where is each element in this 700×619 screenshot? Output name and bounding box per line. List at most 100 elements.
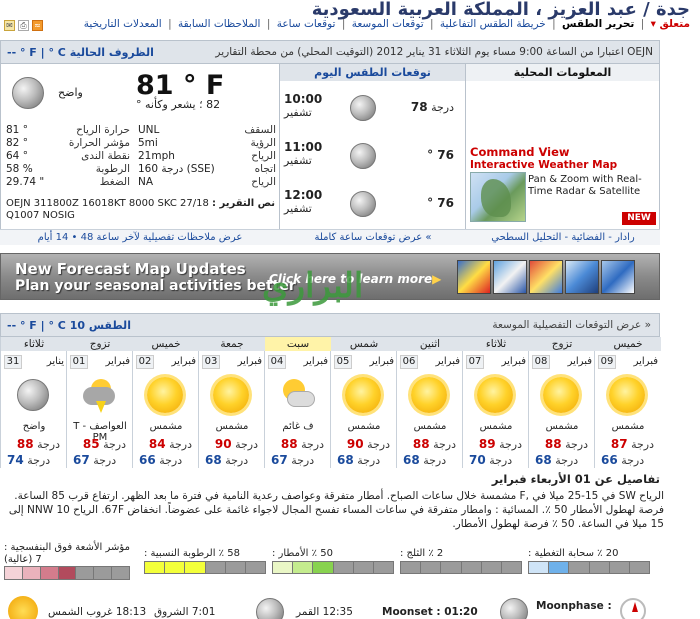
date-num: 07 [466, 355, 484, 369]
detailed-observations-link[interactable]: عرض ملاحظات تفصيلية لآخر ساعة 48 • 14 أي… [0, 229, 280, 245]
day-name: اثنين [397, 337, 463, 351]
humidity-label: 58 ٪ الرطوبة النسبية : [144, 548, 240, 559]
forecast-day[interactable]: ثلاثاء يناير 31 واضح درجة 88 درجة 74 [0, 337, 67, 468]
stat-value: 29.74 " [6, 176, 45, 188]
low-temp: درجة 67 [73, 453, 117, 467]
command-view-promo[interactable]: Command View Interactive Weather Map [470, 145, 656, 171]
month: فبراير [501, 356, 526, 367]
command-view-desc: Pan & Zoom with Real-Time Radar & Satell… [528, 174, 642, 197]
nav-interactive-map[interactable]: خريطة الطقس التفاعلية [440, 18, 546, 30]
forecast-day[interactable]: سبت فبراير 04 ف غائم درجة 88 درجة 67 [264, 337, 331, 468]
email-icon[interactable]: ✉ [4, 20, 15, 31]
precip-bar [272, 561, 394, 574]
stat-value: 5mi [138, 137, 158, 149]
hour-temp-value: 76 ° [427, 196, 454, 210]
low-value: 68 [403, 453, 420, 467]
low-value: 68 [535, 453, 552, 467]
nav-related[interactable]: متعلق ▾ [651, 18, 690, 30]
current-temperature: 81 ° F [136, 70, 225, 101]
nav-hourly[interactable]: توقعات ساعة [277, 18, 336, 30]
low-value: 68 [205, 453, 222, 467]
forecast-day[interactable]: اثنين فبراير 06 مشمس درجة 88 درجة 68 [396, 337, 463, 468]
hourly-row: 11:00 تشفير 76 ° [284, 140, 462, 180]
hour-condition: تشفير [284, 154, 312, 167]
extended-forecast-link[interactable]: « عرض التوقعات التفصيلية الموسعة [492, 319, 651, 331]
hour-temp-unit: درجة [431, 101, 454, 114]
high-value: 88 [412, 437, 430, 451]
cloud-bar [528, 561, 650, 574]
unit-toggle[interactable]: -- ° F | ° C [7, 319, 66, 332]
low-value: 67 [73, 453, 90, 467]
full-hourly-link[interactable]: » عرض توقعات ساعة كاملة [280, 229, 466, 245]
forecast-day[interactable]: خميس فبراير 02 مشمس درجة 84 درجة 66 [132, 337, 199, 468]
report-text: OEJN 311800Z 16018KT 8000 SKC 27/18 Q100… [6, 198, 209, 221]
map-thumb [493, 260, 527, 294]
date-num: 08 [532, 355, 550, 369]
conditions-header: -- ° F | ° C الظروف الحالية OEJN اعتبارا… [0, 40, 660, 64]
high-temp: درجة 90 [346, 437, 390, 451]
stat-row: الرؤية 5mi [138, 137, 276, 150]
stat-row: الرياح NA [138, 176, 276, 189]
uv-index-bar [4, 566, 130, 580]
hour-temp: 76 ° [427, 196, 454, 210]
observation-note: OEJN اعتبارا من الساعة 9:00 مساء يوم الث… [215, 46, 653, 58]
forecast-day[interactable]: تزوج فبراير 08 مشمس درجة 88 درجة 68 [528, 337, 595, 468]
day-date: فبراير 04 [265, 354, 331, 370]
hourly-row: 10:00 تشفير درجة 78 [284, 92, 462, 132]
month: فبراير [303, 356, 328, 367]
map-thumb [457, 260, 491, 294]
nav-current[interactable]: تحرير الطقس [562, 18, 634, 30]
map-thumbnail[interactable] [470, 172, 526, 222]
forecast-day[interactable]: ثلاثاء فبراير 07 مشمس درجة 89 درجة 70 [462, 337, 529, 468]
low-value: 66 [139, 453, 156, 467]
ten-day-heading: -- ° F | ° C الطقس 10 [7, 319, 131, 332]
ten-day-title: الطقس 10 [69, 319, 131, 332]
stat-label: حرارة الرياح [76, 124, 130, 136]
cloud-label: 20 ٪ سحابة التغطية : [528, 548, 618, 559]
command-view-subtitle[interactable]: Interactive Weather Map [470, 159, 656, 171]
forecast-day[interactable]: شمس فبراير 05 مشمس درجة 90 درجة 68 [330, 337, 397, 468]
humidity-text: ٪ الرطوبة النسبية : [144, 548, 225, 559]
unit-toggle[interactable]: -- ° F | ° C [7, 46, 66, 59]
stats-left: حرارة الرياح 81 ° مؤشر الحرارة 82 ° نقطة ا… [6, 124, 130, 189]
sunny-icon [345, 377, 381, 413]
forecast-day[interactable]: تزوج فبراير 01 T - العواصف PM درجة 85 درجة 67 [66, 337, 133, 468]
month: فبراير [369, 356, 394, 367]
high-value: 85 [82, 437, 100, 451]
command-view-title[interactable]: Command View [470, 145, 656, 159]
hour-temp: درجة 78 [411, 100, 454, 114]
ten-day-strip: خميس فبراير 09 مشمس درجة 87 درجة 66 تزوج فبراير… [0, 337, 661, 468]
details-heading: تفاصيل عن 01 الأربعاء فبراير [491, 472, 660, 486]
stat-row: الضغط 29.74 " [6, 176, 130, 189]
radar-links[interactable]: رادار - الفضائية - التحليل السطحي [466, 229, 660, 245]
nav-historical[interactable]: المعدلات التاريخية [84, 18, 162, 30]
stat-row: نقطة الندى 64 ° [6, 150, 130, 163]
report-label: نص التقرير : [212, 198, 276, 209]
precip-label: 50 ٪ الأمطار : [272, 548, 333, 559]
high-temp: درجة 89 [478, 437, 522, 451]
sunny-icon [213, 377, 249, 413]
low-value: 70 [469, 453, 486, 467]
weather-text: واضح [58, 86, 83, 99]
high-value: 88 [16, 437, 34, 451]
rss-icon[interactable]: ≈ [32, 20, 43, 31]
stat-label: السقف [244, 124, 276, 136]
day-date: فبراير 05 [331, 354, 397, 370]
stat-row: حرارة الرياح 81 ° [6, 124, 130, 137]
day-name: شمس [331, 337, 397, 351]
conditions-heading: -- ° F | ° C الظروف الحالية [7, 46, 154, 59]
nav-extended[interactable]: توقعات الموسعة [352, 18, 424, 30]
hour-condition: تشفير [284, 106, 312, 119]
month: فبراير [105, 356, 130, 367]
low-temp: درجة 74 [7, 453, 51, 467]
forecast-day[interactable]: جمعة فبراير 03 مشمس درجة 90 درجة 68 [198, 337, 265, 468]
nav-past-obs[interactable]: الملاحظات السابقة [178, 18, 261, 30]
day-name: جمعة [199, 337, 265, 351]
sunny-icon [147, 377, 183, 413]
sunset-text: 18:13 غروب الشمس [48, 606, 147, 618]
print-icon[interactable]: ⎙ [18, 20, 29, 31]
forecast-day[interactable]: خميس فبراير 09 مشمس درجة 87 درجة 66 [594, 337, 661, 468]
day-condition: واضح [22, 421, 46, 432]
uv-index-label: مؤشر الأشعة فوق البنفسجية : 7 (عالية) [4, 542, 130, 565]
clear-night-icon [350, 95, 376, 121]
